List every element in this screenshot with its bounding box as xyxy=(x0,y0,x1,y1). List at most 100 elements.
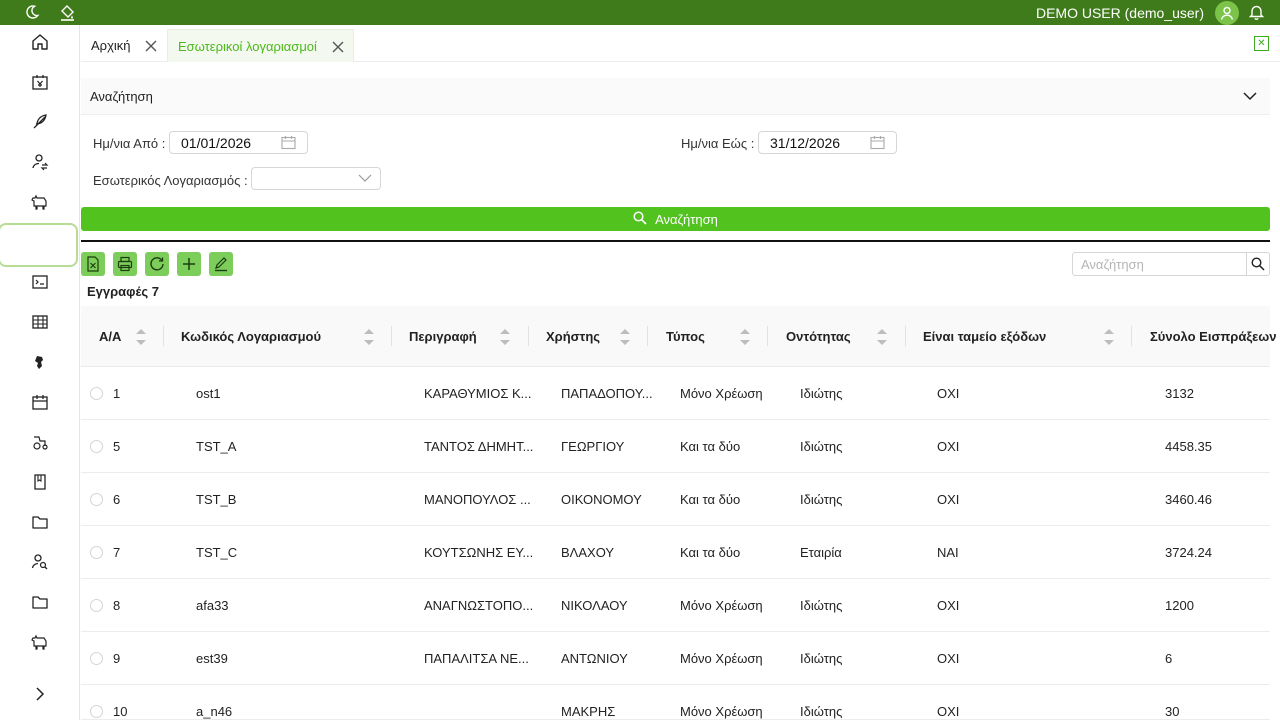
sidebar-item-active[interactable] xyxy=(0,223,78,267)
table-row[interactable]: 6 TST_B ΜΑΝΟΠΟΥΛΟΣ ... ΟΙΚΟΝΟΜΟΥ Και τα … xyxy=(81,473,1270,526)
chevron-down-icon[interactable] xyxy=(1243,89,1257,104)
column-separator[interactable] xyxy=(647,326,648,346)
cell-type: Μόνο Χρέωση xyxy=(680,704,763,719)
cell-aa: 5 xyxy=(113,439,121,454)
cell-total-receipts: 30 xyxy=(1165,704,1180,719)
sort-icon[interactable] xyxy=(876,326,888,348)
excel-export-button[interactable] xyxy=(81,252,105,276)
sort-icon[interactable] xyxy=(1103,326,1115,348)
cow-icon[interactable] xyxy=(27,189,53,215)
search-panel-title: Αναζήτηση xyxy=(90,89,153,104)
cell-account-code: a_n46 xyxy=(196,704,233,719)
column-header-type[interactable]: Τύπος xyxy=(666,329,705,344)
date-to-field[interactable]: 31/12/2026 xyxy=(758,131,897,154)
table-icon[interactable] xyxy=(27,309,53,335)
table-search-input[interactable]: Αναζήτηση xyxy=(1072,252,1247,276)
search-icon xyxy=(633,210,647,228)
cell-total-receipts: 1200 xyxy=(1165,598,1194,613)
folder-icon[interactable] xyxy=(27,509,53,535)
row-radio[interactable] xyxy=(90,387,103,400)
search-icon[interactable] xyxy=(1246,252,1270,276)
column-separator[interactable] xyxy=(391,326,392,346)
tractor-icon[interactable] xyxy=(27,429,53,455)
row-radio[interactable] xyxy=(90,599,103,612)
calendar-icon[interactable] xyxy=(281,135,296,153)
refresh-button[interactable] xyxy=(145,252,169,276)
column-separator[interactable] xyxy=(528,326,529,346)
table-row[interactable]: 7 TST_C ΚΟΥΤΣΩΝΗΣ ΕΥ... ΒΛΑΧΟΥ Και τα δύ… xyxy=(81,526,1270,579)
bell-icon[interactable] xyxy=(1246,2,1266,22)
search-panel-header[interactable]: Αναζήτηση xyxy=(81,78,1270,115)
search-button[interactable]: Αναζήτηση xyxy=(81,207,1270,231)
paint-bucket-icon[interactable] xyxy=(57,2,77,22)
print-button[interactable] xyxy=(113,252,137,276)
cell-expense-fund: ΟΧΙ xyxy=(937,492,960,507)
edit-button[interactable] xyxy=(209,252,233,276)
calendar-icon[interactable] xyxy=(27,389,53,415)
table-row[interactable]: 5 TST_A ΤΑΝΤΟΣ ΔΗΜΗΤ... ΓΕΩΡΓΙΟΥ Και τα … xyxy=(81,420,1270,473)
row-radio[interactable] xyxy=(90,546,103,559)
date-from-label: Ημ/νια Από : xyxy=(93,136,166,151)
column-header-user[interactable]: Χρήστης xyxy=(546,329,600,344)
sort-icon[interactable] xyxy=(135,326,147,348)
top-bar: DEMO USER (demo_user) xyxy=(0,0,1280,25)
divider xyxy=(81,240,1270,242)
sidebar xyxy=(0,25,80,720)
moon-icon[interactable] xyxy=(22,2,42,22)
close-icon[interactable] xyxy=(143,38,159,54)
row-radio[interactable] xyxy=(90,705,103,718)
column-separator[interactable] xyxy=(163,326,164,346)
folder-icon[interactable] xyxy=(27,589,53,615)
column-header-description[interactable]: Περιγραφή xyxy=(409,329,477,344)
cell-aa: 8 xyxy=(113,598,121,613)
user-name-label[interactable]: DEMO USER (demo_user) xyxy=(1036,5,1204,21)
date-from-field[interactable]: 01/01/2026 xyxy=(169,131,308,154)
row-radio[interactable] xyxy=(90,493,103,506)
user-exchange-icon[interactable] xyxy=(27,149,53,175)
cell-type: Και τα δύο xyxy=(680,492,741,507)
row-radio[interactable] xyxy=(90,652,103,665)
column-header-entity[interactable]: Οντότητας xyxy=(786,329,851,344)
notebook-icon[interactable] xyxy=(27,469,53,495)
expand-icon[interactable] xyxy=(27,681,53,707)
cell-description: ΠΑΠΑΛΙΤΣΑ ΝΕ... xyxy=(424,651,529,666)
column-header-aa[interactable]: Α/Α xyxy=(99,329,121,344)
sort-icon[interactable] xyxy=(499,326,511,348)
column-separator[interactable] xyxy=(767,326,768,346)
cow-icon[interactable] xyxy=(27,629,53,655)
column-header-expense-fund[interactable]: Είναι ταμείο εξόδων xyxy=(923,329,1046,344)
user-search-icon[interactable] xyxy=(27,549,53,575)
home-icon[interactable] xyxy=(27,29,53,55)
date-to-label: Ημ/νια Εώς : xyxy=(681,136,755,151)
cell-description: ΜΑΝΟΠΟΥΛΟΣ ... xyxy=(424,492,531,507)
calendar-icon[interactable] xyxy=(870,135,885,153)
close-icon[interactable] xyxy=(330,39,346,55)
map-icon[interactable] xyxy=(27,349,53,375)
sort-icon[interactable] xyxy=(363,326,375,348)
sort-icon[interactable] xyxy=(619,326,631,348)
user-avatar-icon[interactable] xyxy=(1215,1,1239,25)
row-radio[interactable] xyxy=(90,440,103,453)
table-row[interactable]: 1 ost1 ΚΑΡΑΘΥΜΙΟΣ Κ... ΠΑΠΑΔΟΠΟΥ... Μόνο… xyxy=(81,367,1270,420)
close-all-tabs-icon[interactable]: ✕ xyxy=(1254,36,1269,51)
terminal-icon[interactable] xyxy=(27,269,53,295)
cell-type: Και τα δύο xyxy=(680,439,741,454)
tab-home[interactable]: Αρχική xyxy=(81,29,167,62)
table-row[interactable]: 9 est39 ΠΑΠΑΛΙΤΣΑ ΝΕ... ΑΝΤΩΝΙΟΥ Μόνο Χρ… xyxy=(81,632,1270,685)
sort-icon[interactable] xyxy=(739,326,751,348)
column-separator[interactable] xyxy=(905,326,906,346)
add-button[interactable] xyxy=(177,252,201,276)
cell-total-receipts: 3460.46 xyxy=(1165,492,1212,507)
cash-register-icon[interactable] xyxy=(27,69,53,95)
feather-icon[interactable] xyxy=(27,109,53,135)
cell-entity: Ιδιώτης xyxy=(800,651,843,666)
column-header-total-receipts[interactable]: Σύνολο Εισπράξεων xyxy=(1150,329,1277,344)
column-separator[interactable] xyxy=(1131,326,1132,346)
cell-description: ΑΝΑΓΝΩΣΤΟΠΟ... xyxy=(424,598,534,613)
table-row[interactable]: 10 a_n46 ΜΑΚΡΗΣ Μόνο Χρέωση Ιδιώτης ΟΧΙ … xyxy=(81,685,1270,720)
column-header-account-code[interactable]: Κωδικός Λογαριασμού xyxy=(181,329,321,344)
table-row[interactable]: 8 afa33 ΑΝΑΓΝΩΣΤΟΠΟ... ΝΙΚΟΛΑΟΥ Μόνο Χρέ… xyxy=(81,579,1270,632)
cell-user: ΑΝΤΩΝΙΟΥ xyxy=(561,651,628,666)
tab-internal-accounts[interactable]: Εσωτερικοί λογαριασμοί xyxy=(167,29,354,62)
account-select[interactable] xyxy=(251,167,381,190)
